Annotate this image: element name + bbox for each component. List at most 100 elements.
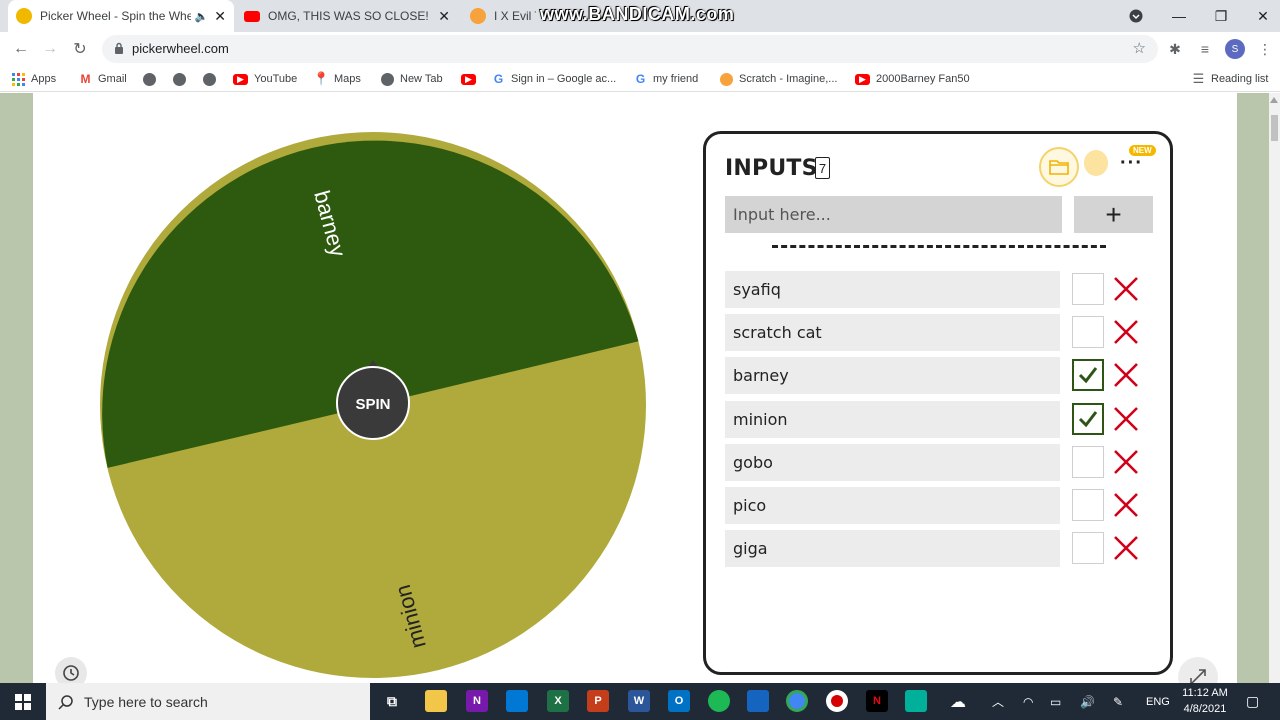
chrome-menu-icon[interactable]: ⋮ xyxy=(1254,38,1276,60)
microsoft-store-icon[interactable] xyxy=(506,690,528,712)
close-tab-icon[interactable]: ✕ xyxy=(214,8,226,25)
bookmark-star-icon[interactable]: ☆ xyxy=(1133,39,1146,57)
bookmark-barney-fan[interactable]: ▶ 2000Barney Fan50 xyxy=(855,70,970,88)
bookmark-label: YouTube xyxy=(254,73,298,85)
bookmark-apps[interactable]: Apps xyxy=(12,70,56,88)
entry-checkbox[interactable] xyxy=(1072,532,1104,564)
spotify-icon[interactable] xyxy=(708,690,730,712)
onenote-icon[interactable]: N xyxy=(466,690,488,712)
taskbar-clock[interactable]: 11:12 AM 4/8/2021 xyxy=(1176,685,1234,717)
reload-icon[interactable]: ↻ xyxy=(67,36,93,62)
fullscreen-button[interactable] xyxy=(1178,657,1218,683)
profile-avatar[interactable]: S xyxy=(1225,39,1245,59)
entry-checkbox[interactable] xyxy=(1072,489,1104,521)
bookmark-youtube-2[interactable]: ▶ xyxy=(461,70,482,88)
scroll-up-icon[interactable] xyxy=(1270,97,1278,103)
delete-entry-button[interactable] xyxy=(1111,360,1141,390)
bookmark-my-friend[interactable]: G my friend xyxy=(634,70,698,88)
back-arrow-icon[interactable]: ← xyxy=(8,36,34,62)
entry-row[interactable]: barney xyxy=(725,357,1060,394)
bookmark-new-tab[interactable]: New Tab xyxy=(381,70,443,88)
minimize-icon[interactable]: — xyxy=(1156,0,1202,32)
taskbar-search-box[interactable]: Type here to search xyxy=(46,683,370,720)
bookmark-gmail[interactable]: M Gmail xyxy=(79,70,127,88)
entry-row[interactable]: gobo xyxy=(725,444,1060,481)
delete-entry-button[interactable] xyxy=(1111,404,1141,434)
filmora-icon[interactable] xyxy=(905,690,927,712)
bookmark-youtube[interactable]: ▶ YouTube xyxy=(233,70,297,88)
bookmark-globe-1[interactable] xyxy=(143,70,162,88)
delete-x-icon xyxy=(1114,493,1138,517)
delete-entry-button[interactable] xyxy=(1111,274,1141,304)
add-entry-button[interactable]: + xyxy=(1074,196,1153,233)
bookmarks-bar: Apps M Gmail ▶ YouTube 📍 Maps New Tab ▶ … xyxy=(0,66,1280,92)
delete-entry-button[interactable] xyxy=(1111,490,1141,520)
extensions-puzzle-icon[interactable]: ✱ xyxy=(1164,38,1186,60)
picker-wheel[interactable]: barney minion SPIN xyxy=(99,131,647,679)
media-control-icon[interactable]: ≡ xyxy=(1194,38,1216,60)
tab-picker-wheel[interactable]: Picker Wheel - Spin the Whe 🔈 ✕ xyxy=(8,0,234,32)
entry-row[interactable]: giga xyxy=(725,530,1060,567)
tab-youtube-video[interactable]: OMG, THIS WAS SO CLOSE! Duc ✕ xyxy=(236,0,458,32)
scrollbar-thumb[interactable] xyxy=(1271,115,1278,141)
apps-grid-icon xyxy=(12,72,25,86)
bookmark-label: my friend xyxy=(653,73,699,85)
word-icon[interactable]: W xyxy=(628,690,650,712)
battery-icon[interactable]: ▭ xyxy=(1050,683,1061,720)
entry-checkbox[interactable] xyxy=(1072,316,1104,348)
task-view-icon[interactable]: ⧉ xyxy=(381,690,403,712)
entry-checkbox[interactable] xyxy=(1072,273,1104,305)
notifications-icon[interactable]: ▢ xyxy=(1246,683,1259,720)
entry-input[interactable] xyxy=(725,196,1062,233)
address-bar[interactable]: pickerwheel.com ☆ xyxy=(102,35,1158,63)
delete-entry-button[interactable] xyxy=(1111,533,1141,563)
open-list-button[interactable] xyxy=(1039,147,1079,187)
language-indicator[interactable]: ENG xyxy=(1146,683,1170,720)
bookmark-globe-2[interactable] xyxy=(173,70,192,88)
chrome-icon[interactable] xyxy=(786,690,808,712)
entry-row[interactable]: pico xyxy=(725,487,1060,524)
tab-title: I X Evil Ta xyxy=(494,9,536,23)
entry-checkbox[interactable] xyxy=(1072,359,1104,391)
speaker-icon[interactable]: 🔈 xyxy=(195,10,209,23)
file-explorer-icon[interactable] xyxy=(425,690,447,712)
more-options-button[interactable]: ··· xyxy=(1120,152,1143,175)
page-scrollbar[interactable] xyxy=(1269,93,1280,683)
bookmark-google-signin[interactable]: G Sign in – Google ac... xyxy=(492,70,616,88)
volume-icon[interactable]: 🔊 xyxy=(1080,683,1095,720)
tab-title: OMG, THIS WAS SO CLOSE! Duc xyxy=(268,9,432,23)
onedrive-icon[interactable]: ☁ xyxy=(950,683,966,720)
windows-logo-icon xyxy=(15,693,31,710)
bookmark-maps[interactable]: 📍 Maps xyxy=(313,70,361,88)
excel-icon[interactable]: X xyxy=(547,690,569,712)
close-window-icon[interactable]: ✕ xyxy=(1240,0,1280,32)
bandicam-record-icon[interactable] xyxy=(826,690,848,712)
theme-dot-icon[interactable] xyxy=(1084,150,1108,176)
delete-entry-button[interactable] xyxy=(1111,447,1141,477)
history-button[interactable] xyxy=(55,657,87,683)
tab-scratch[interactable]: I X Evil Ta xyxy=(462,0,544,32)
bookmark-globe-3[interactable] xyxy=(203,70,222,88)
show-hidden-icons-icon[interactable]: ︿ xyxy=(992,683,1004,720)
bookmark-label: Scratch - Imagine,... xyxy=(739,73,838,85)
outlook-icon[interactable]: O xyxy=(668,690,690,712)
close-tab-icon[interactable]: ✕ xyxy=(438,8,450,25)
photos-icon[interactable] xyxy=(747,690,769,712)
entry-checkbox[interactable] xyxy=(1072,446,1104,478)
reading-list-button[interactable]: ☰ Reading list xyxy=(1192,70,1269,88)
lock-icon xyxy=(115,42,123,54)
entry-row[interactable]: minion xyxy=(725,401,1060,438)
entry-row[interactable]: scratch cat xyxy=(725,314,1060,351)
powerpoint-icon[interactable]: P xyxy=(587,690,609,712)
windows-start-button[interactable] xyxy=(0,683,46,720)
forward-arrow-icon[interactable]: → xyxy=(37,36,63,62)
entry-row[interactable]: syafiq xyxy=(725,271,1060,308)
bookmark-scratch[interactable]: Scratch - Imagine,... xyxy=(720,70,837,88)
entry-checkbox[interactable] xyxy=(1072,403,1104,435)
pen-icon[interactable]: ✎ xyxy=(1113,683,1123,720)
delete-entry-button[interactable] xyxy=(1111,317,1141,347)
maximize-icon[interactable]: ❐ xyxy=(1198,0,1244,32)
netflix-icon[interactable]: N xyxy=(866,690,888,712)
wifi-icon[interactable]: ◠ xyxy=(1023,683,1033,720)
tab-search-icon[interactable] xyxy=(1113,0,1159,32)
